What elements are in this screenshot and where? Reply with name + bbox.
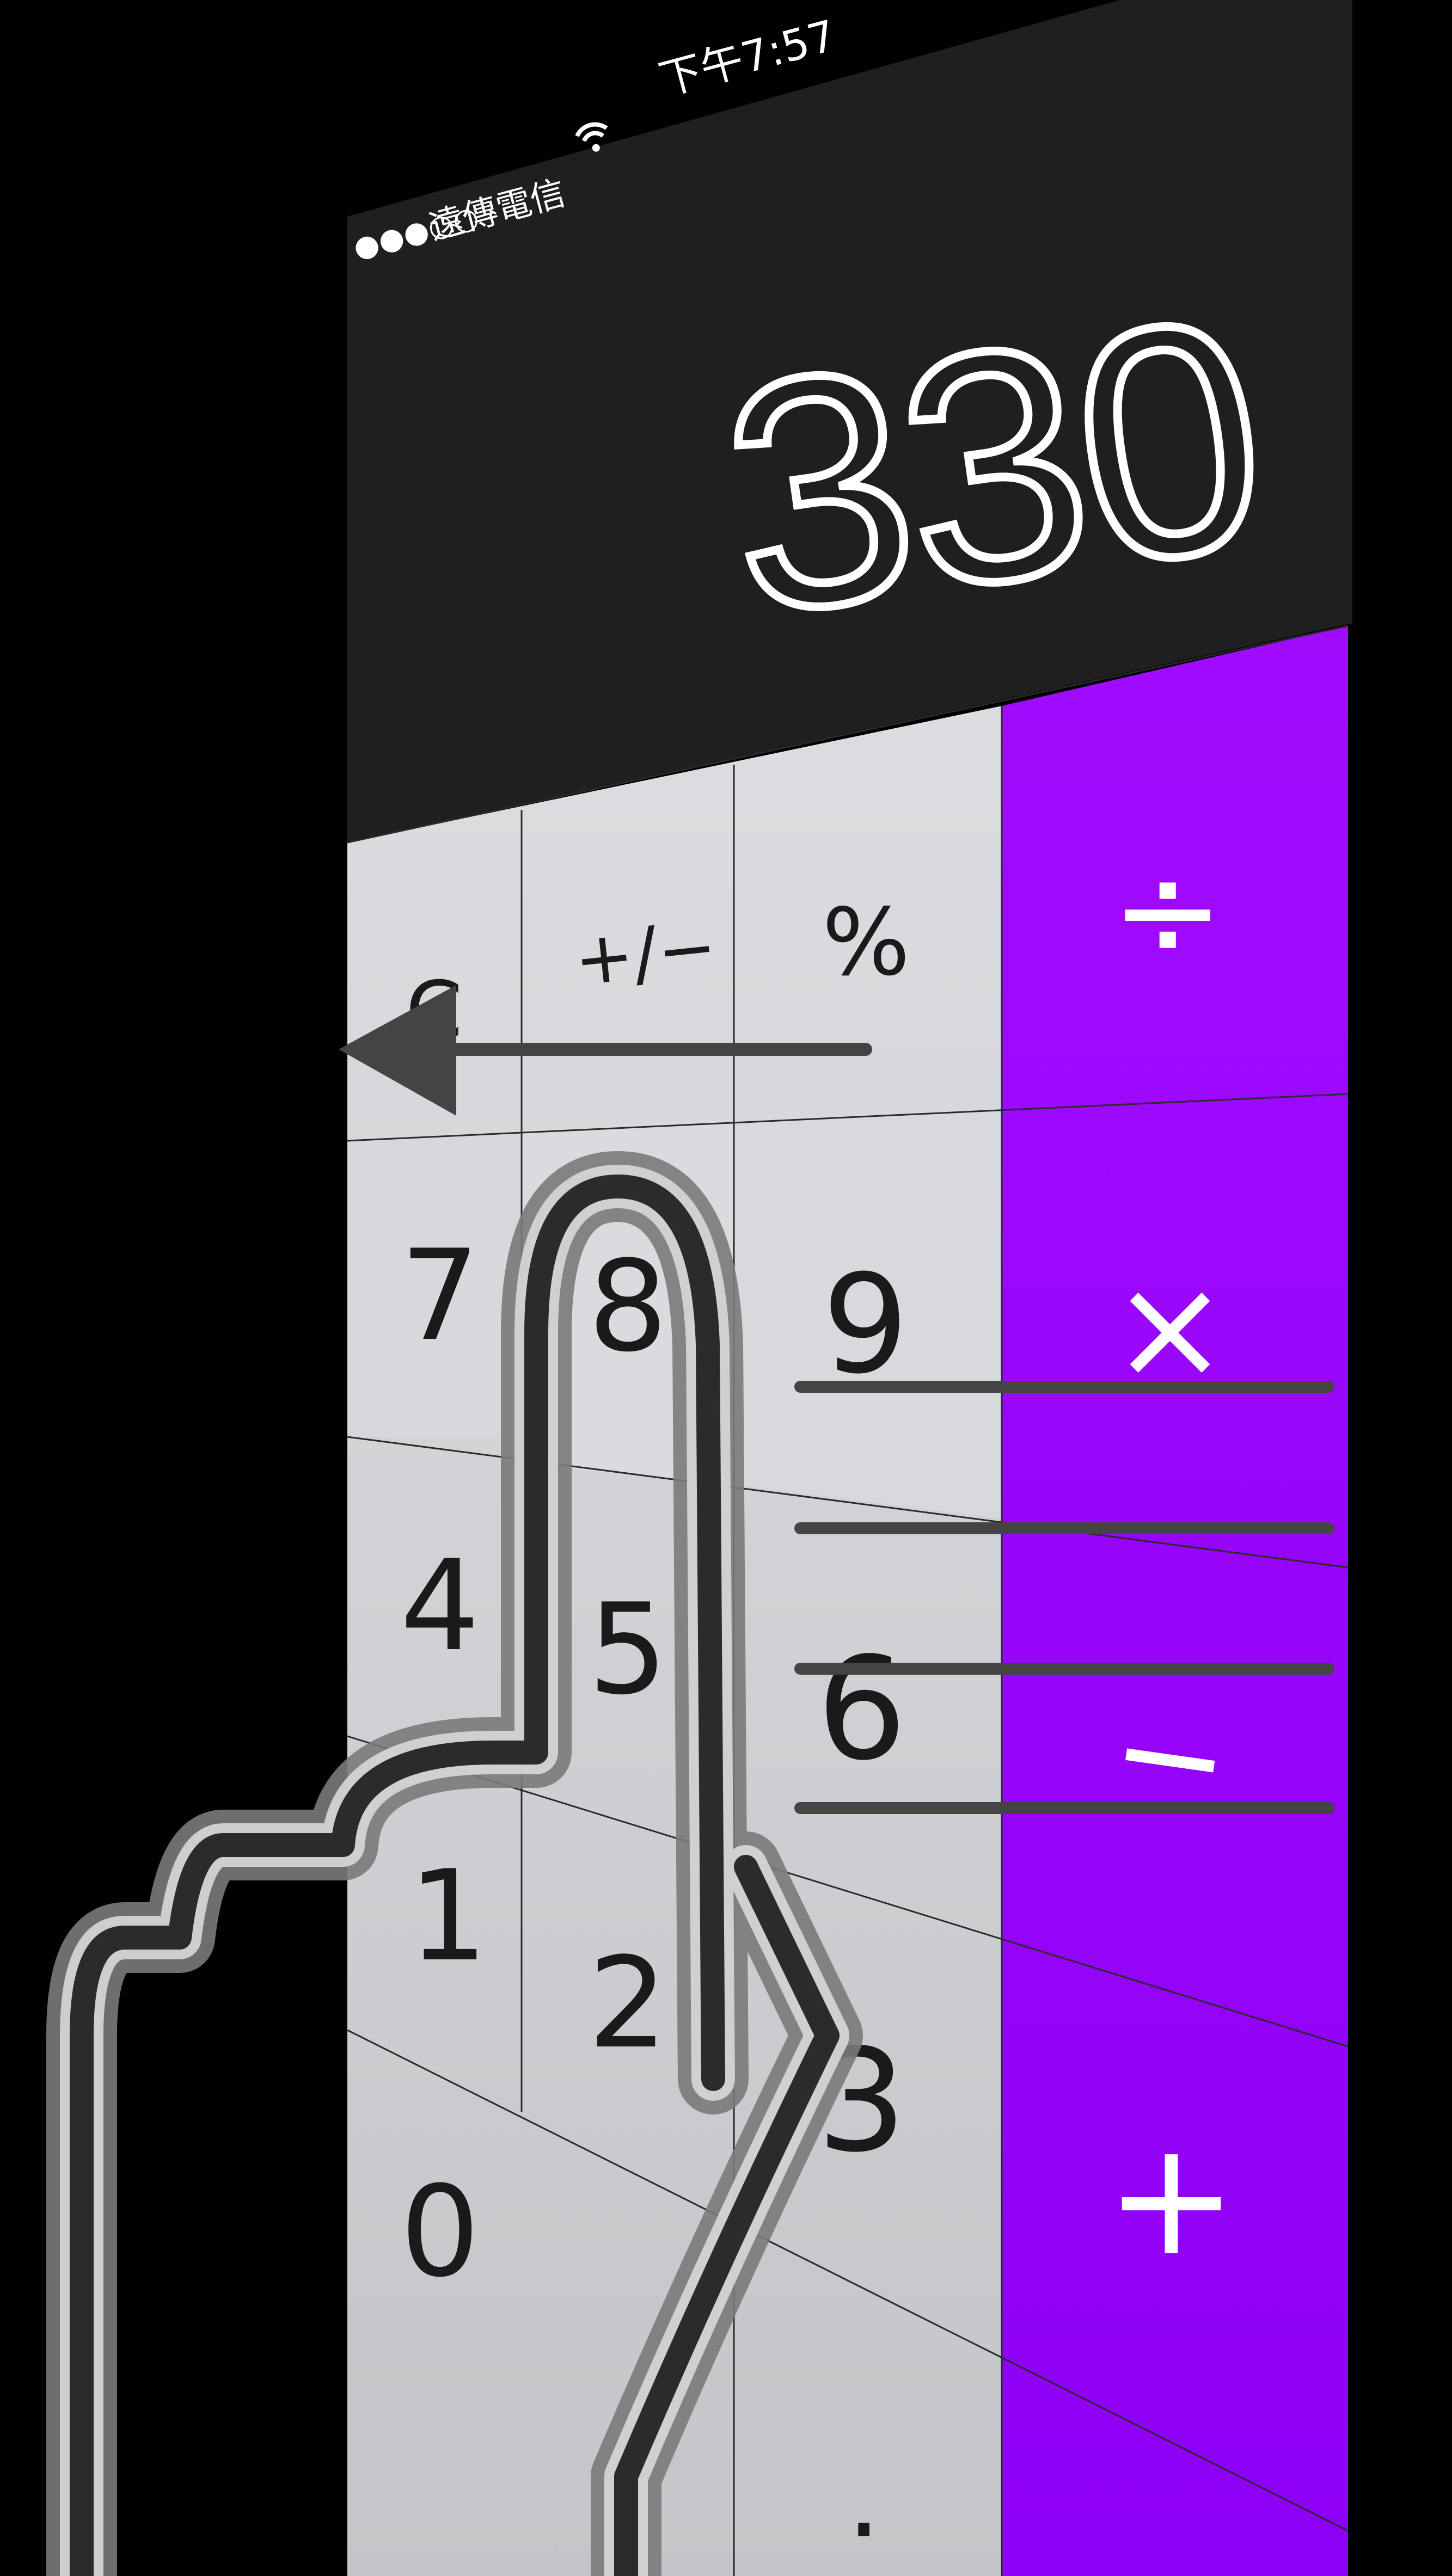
digit-8-key[interactable]: 8	[588, 1234, 667, 1380]
divide-key[interactable]: ÷	[1111, 832, 1224, 990]
sign-toggle-key[interactable]: +/−	[570, 905, 720, 1002]
digit-0-key[interactable]: 0	[400, 2160, 480, 2305]
digit-9-key[interactable]: 9	[822, 1245, 909, 1404]
digit-6-key[interactable]: 6	[817, 1627, 906, 1792]
display-value: 330	[705, 249, 1279, 684]
minus-key[interactable]: −	[1100, 1667, 1241, 1846]
percent-key[interactable]: %	[822, 889, 910, 997]
calculator-scene: ●●●○○ 遠傳電信 下午7:57 330 C +/− % ÷ 7 8 9 × …	[0, 0, 1452, 2576]
digit-5-key[interactable]: 5	[588, 1577, 667, 1723]
digit-7-key[interactable]: 7	[400, 1224, 480, 1369]
plus-key[interactable]: +	[1105, 2107, 1237, 2291]
decimal-key[interactable]: .	[847, 2436, 881, 2562]
calculator-illustration: ●●●○○ 遠傳電信 下午7:57 330 C +/− % ÷ 7 8 9 × …	[46, 0, 1352, 2576]
digit-4-key[interactable]: 4	[400, 1534, 480, 1679]
digit-2-key[interactable]: 2	[588, 1931, 667, 2076]
digit-1-key[interactable]: 1	[408, 1844, 488, 1989]
